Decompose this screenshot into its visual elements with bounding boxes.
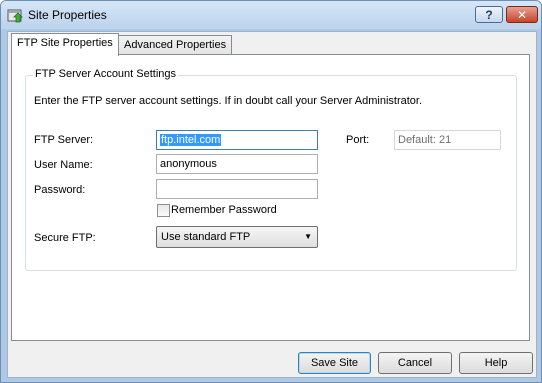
secure-ftp-label: Secure FTP: [34,232,96,244]
site-properties-window: Site Properties ? ✕ FTP Site Properties … [0,0,542,383]
ftp-server-value: ftp.intel.com [160,134,222,146]
secure-ftp-value: Use standard FTP [161,231,251,243]
help-button[interactable]: Help [459,352,533,374]
tab-advanced-properties[interactable]: Advanced Properties [118,35,233,55]
instructions-text: Enter the FTP server account settings. I… [34,95,423,107]
dropdown-arrow-icon: ▼ [304,232,312,241]
password-label: Password: [34,184,86,196]
remember-password-checkbox[interactable] [157,204,170,217]
secure-ftp-select[interactable]: Use standard FTP ▼ [156,226,318,248]
port-input[interactable]: Default: 21 [394,130,501,150]
dialog-client: FTP Site Properties Advanced Properties … [7,31,537,378]
help-title-button[interactable]: ? [475,6,503,23]
window-title: Site Properties [28,8,107,22]
cancel-button[interactable]: Cancel [378,352,452,374]
user-name-input[interactable]: anonymous [156,154,318,174]
folder-upload-icon [7,9,23,23]
ftp-server-input[interactable]: ftp.intel.com [156,130,318,150]
group-legend: FTP Server Account Settings [33,68,179,80]
ftp-server-label: FTP Server: [34,134,94,146]
close-button[interactable]: ✕ [506,6,538,23]
tab-ftp-site-properties[interactable]: FTP Site Properties [11,33,119,56]
title-bar[interactable]: Site Properties ? ✕ [1,1,541,29]
port-label: Port: [346,134,370,146]
password-input[interactable] [156,179,318,199]
user-name-label: User Name: [34,159,93,171]
remember-password-label[interactable]: Remember Password [171,204,277,216]
save-site-button[interactable]: Save Site [298,352,371,374]
tab-panel: FTP Server Account Settings Enter the FT… [11,54,530,341]
